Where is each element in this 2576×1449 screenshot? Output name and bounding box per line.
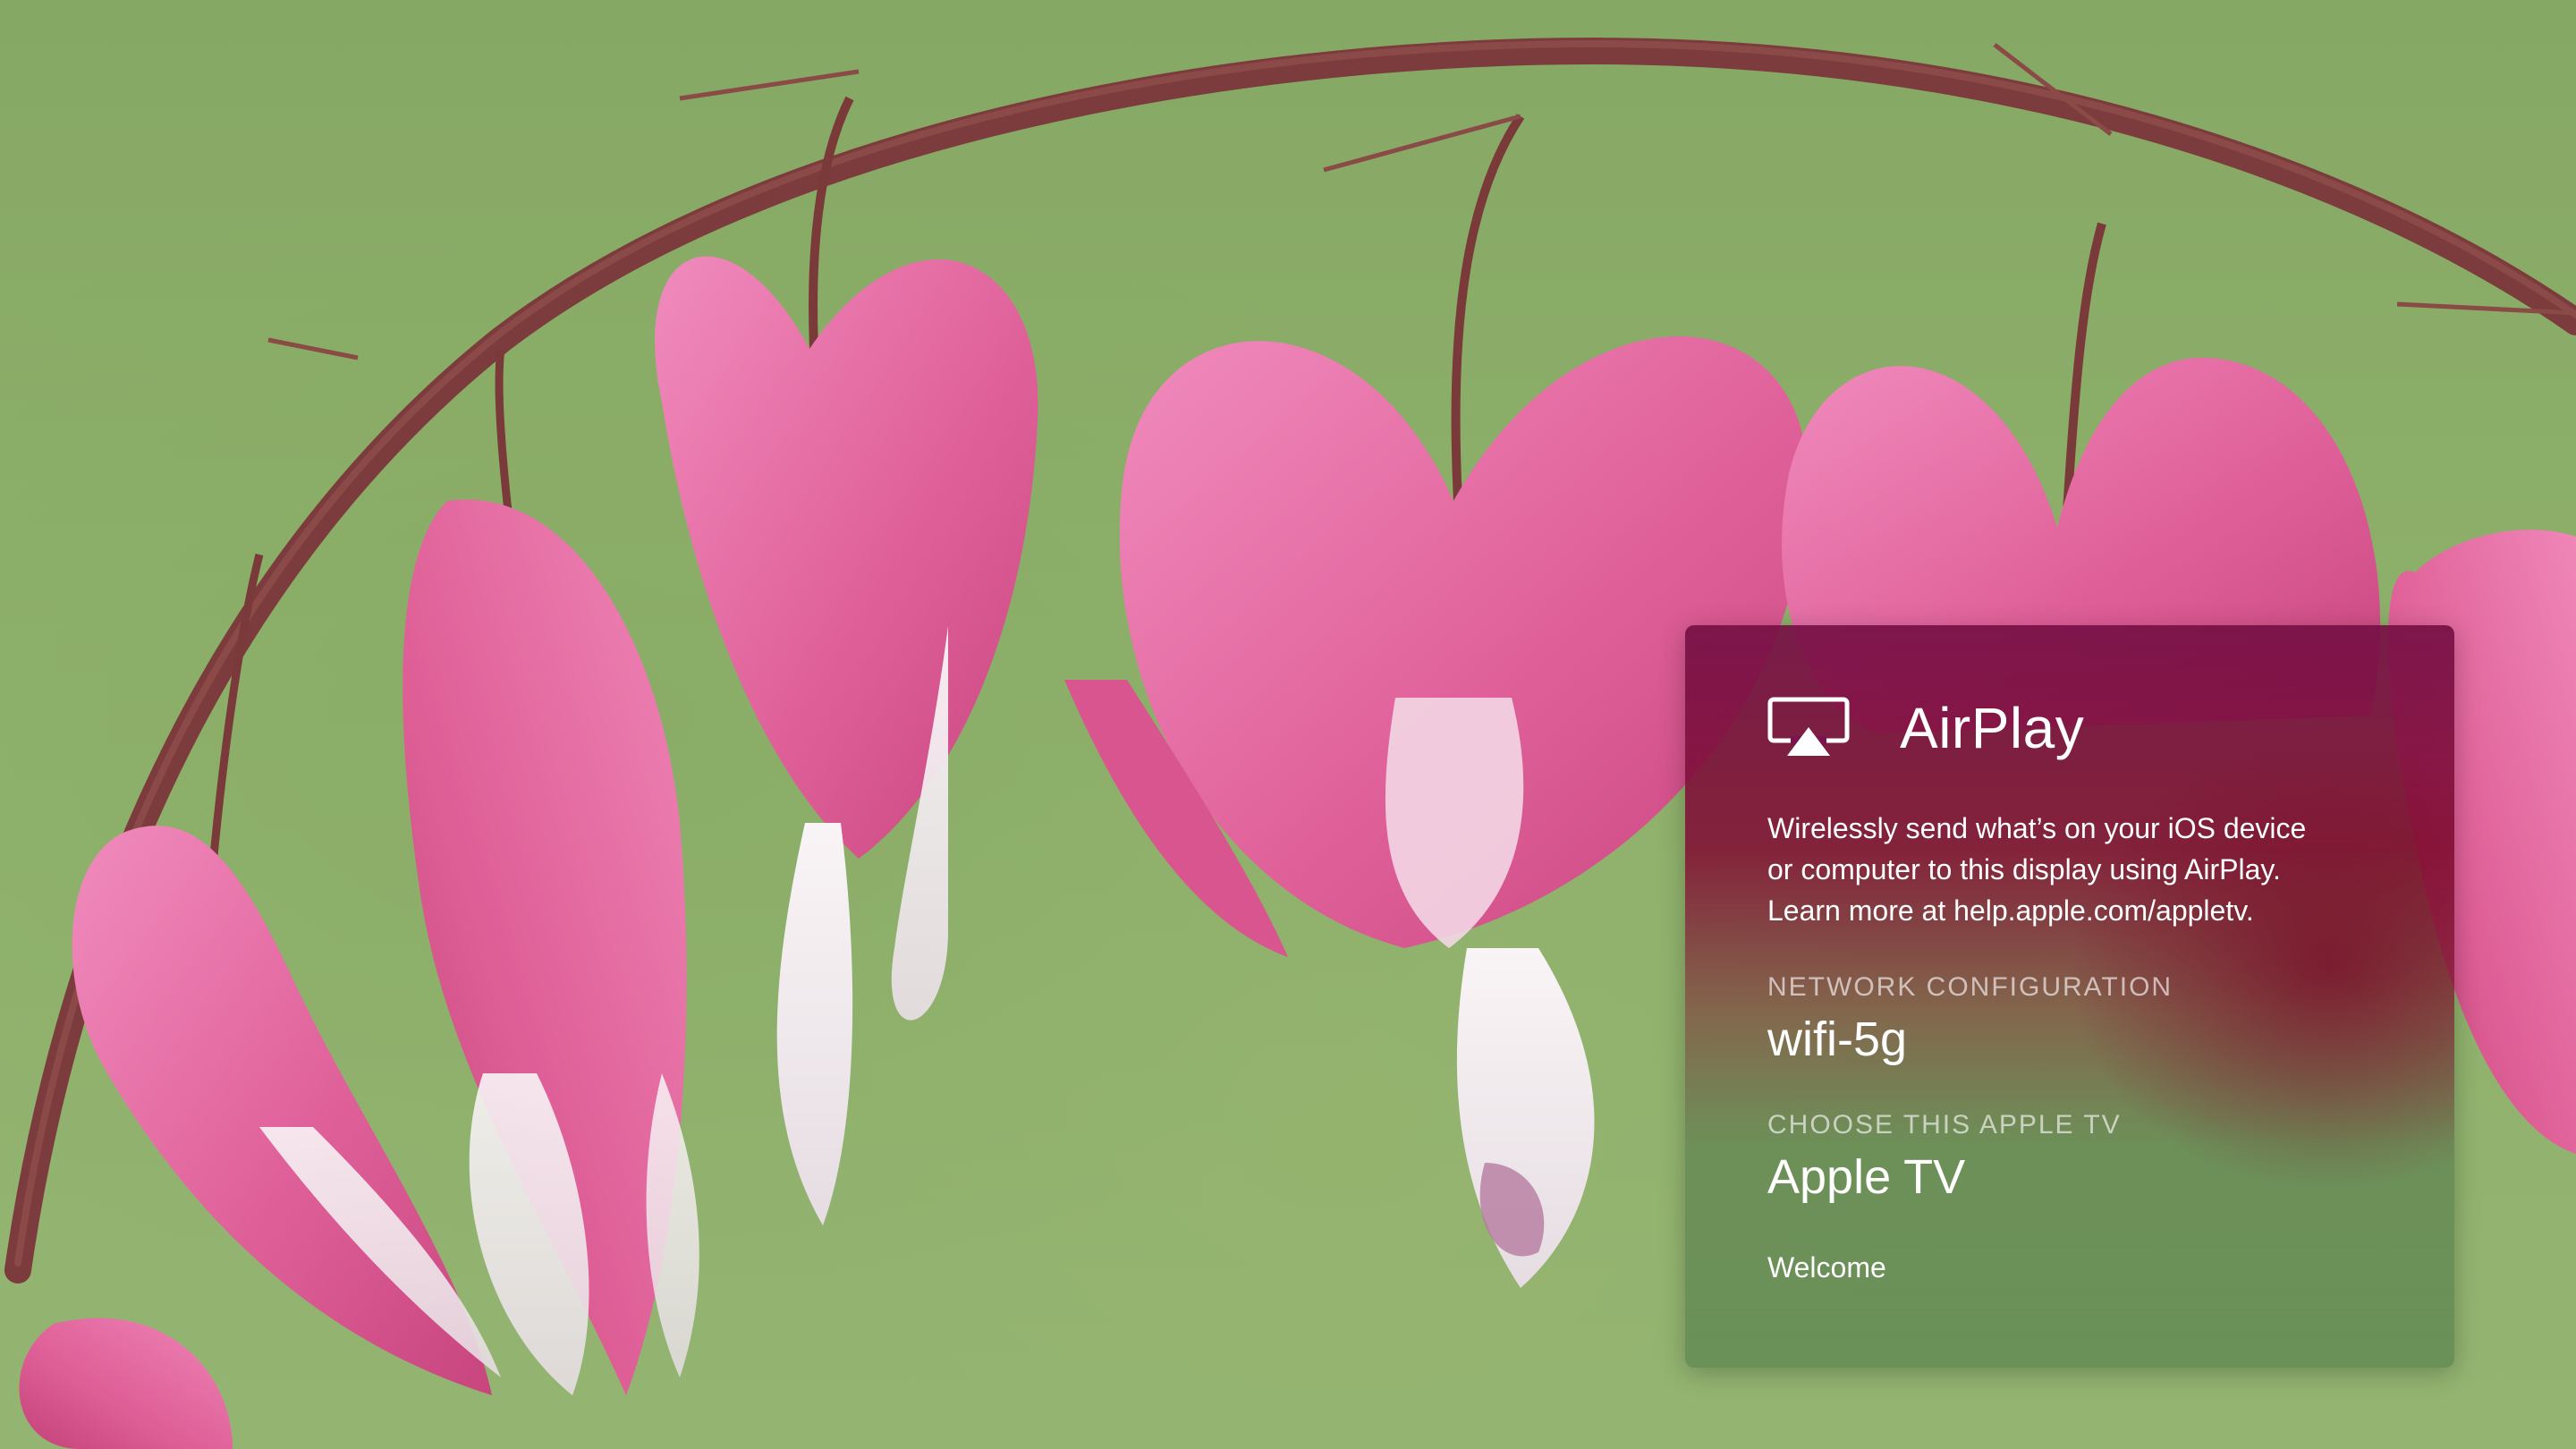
panel-header: AirPlay: [1767, 697, 2084, 759]
device-name: Apple TV: [1767, 1150, 1966, 1204]
airplay-icon: [1767, 697, 1850, 759]
network-value: wifi-5g: [1767, 1013, 1908, 1066]
description-line: Wirelessly send what’s on your iOS devic…: [1767, 812, 2307, 844]
flower-2: [402, 499, 699, 1395]
airplay-panel: AirPlay Wirelessly send what’s on your i…: [1685, 625, 2454, 1368]
description-line: or computer to this display using AirPla…: [1767, 853, 2281, 886]
description-line: Learn more at help.apple.com/appletv.: [1767, 894, 2254, 927]
network-label: NETWORK CONFIGURATION: [1767, 972, 2174, 1002]
panel-title: AirPlay: [1900, 696, 2085, 760]
welcome-text: Welcome: [1767, 1251, 1886, 1284]
device-label: CHOOSE THIS APPLE TV: [1767, 1110, 2122, 1140]
apple-tv-screen: AirPlay Wirelessly send what’s on your i…: [0, 0, 2576, 1449]
flower-1: [655, 256, 1038, 1225]
airplay-description: Wirelessly send what’s on your iOS devic…: [1767, 808, 2411, 931]
